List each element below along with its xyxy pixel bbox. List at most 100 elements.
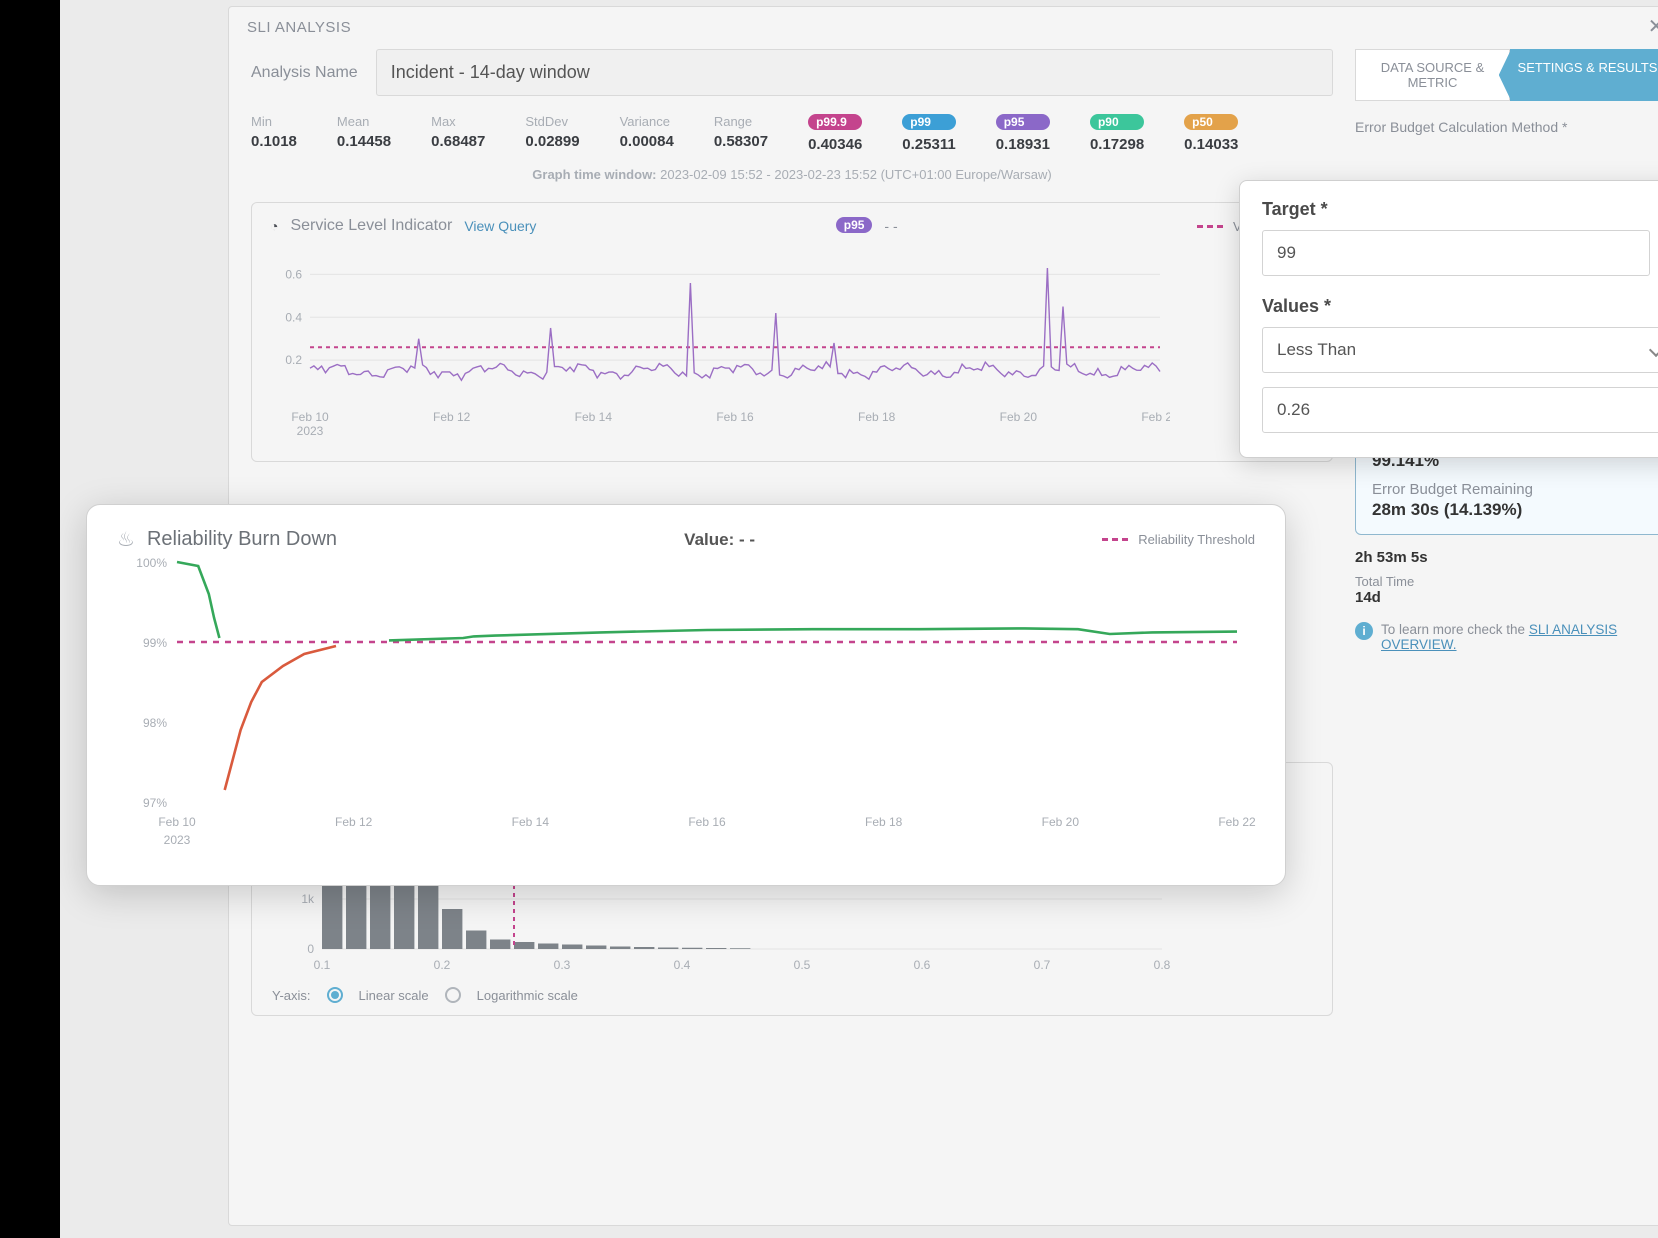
svg-text:97%: 97% (143, 796, 167, 810)
operator-select[interactable]: Less Than (1262, 327, 1658, 373)
budget-method-label: Error Budget Calculation Method * (1355, 119, 1658, 135)
svg-text:0.8: 0.8 (1154, 958, 1171, 972)
analysis-name-label: Analysis Name (251, 64, 358, 82)
sli-chart: 0.2 0.4 0.6 Feb 102023 Feb 12 Feb 14 Feb 16 Feb… (270, 243, 1170, 443)
svg-text:Feb 14: Feb 14 (575, 410, 613, 424)
stat-key: Variance (620, 114, 674, 129)
reliability-title: Reliability Burn Down (147, 528, 337, 551)
svg-text:0.1: 0.1 (314, 958, 331, 972)
stat-item: Max 0.68487 (431, 114, 485, 153)
percentile-item: p99 0.25311 (902, 114, 955, 153)
threshold-input[interactable] (1262, 387, 1658, 433)
close-icon[interactable]: ✕ (1648, 17, 1658, 37)
budget-remaining-value: 28m 30s (14.139%) (1372, 500, 1648, 520)
svg-text:100%: 100% (136, 556, 167, 570)
stat-value: 0.1018 (251, 133, 297, 150)
svg-text:Feb 18: Feb 18 (865, 815, 903, 829)
svg-text:0.6: 0.6 (285, 267, 302, 281)
total-time-label: Total Time (1355, 574, 1658, 589)
dialog-title: SLI ANALYSIS (247, 19, 351, 36)
svg-text:Feb 14: Feb 14 (512, 815, 550, 829)
percentile-item: p99.9 0.40346 (808, 114, 862, 153)
operator-value: Less Than (1277, 340, 1356, 360)
dashboard-icon: ◔ (270, 218, 278, 234)
percentile-value: 0.18931 (996, 136, 1050, 153)
sli-chart-card: ◔ Service Level Indicator View Query p95… (251, 202, 1333, 462)
stat-key: Range (714, 114, 768, 129)
stats-row: Min 0.1018 Mean0.14458 Max 0.68487 StdDev 0.02… (251, 114, 1333, 153)
percentile-value: 0.40346 (808, 136, 862, 153)
tab-data-source[interactable]: DATA SOURCE & METRIC (1355, 49, 1510, 101)
p95-badge-value: - - (884, 218, 897, 234)
svg-text:2023: 2023 (297, 424, 324, 438)
total-time-value: 14d (1355, 589, 1658, 606)
analysis-name-input[interactable] (376, 49, 1333, 96)
svg-text:Feb 18: Feb 18 (858, 410, 896, 424)
percentile-pill: p95 (996, 114, 1050, 130)
learn-more-text: To learn more check the (1381, 622, 1525, 637)
svg-text:Feb 10: Feb 10 (158, 815, 196, 829)
reliability-value-label: Value: - - (684, 530, 755, 550)
bad-time-value: 2h 53m 5s (1355, 549, 1658, 566)
stat-key: StdDev (525, 114, 579, 129)
stat-value: 0.58307 (714, 133, 768, 150)
svg-text:2023: 2023 (164, 833, 191, 847)
threshold-legend-icon (1102, 538, 1128, 541)
svg-text:0.4: 0.4 (674, 958, 691, 972)
svg-text:0: 0 (307, 942, 314, 956)
percentile-value: 0.17298 (1090, 136, 1144, 153)
svg-text:0.6: 0.6 (914, 958, 931, 972)
svg-text:Feb 20: Feb 20 (1042, 815, 1080, 829)
stat-value: 0.02899 (525, 133, 579, 150)
reliability-chart: 97% 98% 99% 100% Feb 10 2023 Feb 12 Feb 14 Feb 1… (117, 552, 1257, 852)
svg-text:Feb 20: Feb 20 (1000, 410, 1038, 424)
svg-text:0.4: 0.4 (285, 310, 302, 324)
stat-key: Min (251, 114, 297, 129)
svg-text:0.3: 0.3 (554, 958, 571, 972)
svg-text:Feb 22: Feb 22 (1218, 815, 1256, 829)
stat-item: Range 0.58307 (714, 114, 768, 153)
threshold-legend-icon (1197, 225, 1223, 228)
log-scale-label: Logarithmic scale (477, 988, 578, 1003)
percentile-item: p95 0.18931 (996, 114, 1050, 153)
stat-key: Max (431, 114, 485, 129)
svg-text:99%: 99% (143, 636, 167, 650)
percentile-pill: p90 (1090, 114, 1144, 130)
target-input[interactable] (1262, 230, 1650, 276)
svg-text:0.5: 0.5 (794, 958, 811, 972)
svg-text:0.2: 0.2 (285, 353, 302, 367)
stat-item: Min 0.1018 (251, 114, 297, 153)
view-query-link[interactable]: View Query (464, 218, 536, 234)
svg-text:Feb 16: Feb 16 (716, 410, 754, 424)
stat-item: Variance0.00084 (620, 114, 674, 153)
svg-text:1k: 1k (301, 892, 315, 906)
percentile-pill: p99.9 (808, 114, 862, 130)
log-scale-radio[interactable] (445, 987, 461, 1003)
percentile-pill: p99 (902, 114, 955, 130)
p95-badge: p95 (836, 217, 873, 233)
time-window-value: 2023-02-09 15:52 - 2023-02-23 15:52 (UTC… (660, 167, 1052, 182)
sli-chart-title: Service Level Indicator (290, 217, 452, 235)
target-label: Target * (1262, 199, 1658, 220)
svg-text:98%: 98% (143, 716, 167, 730)
svg-text:0.7: 0.7 (1034, 958, 1051, 972)
stat-item: Mean0.14458 (337, 114, 391, 153)
tab-settings-results[interactable]: SETTINGS & RESULTS (1510, 49, 1658, 101)
percentile-item: p50 0.14033 (1184, 114, 1238, 153)
svg-text:Feb 12: Feb 12 (433, 410, 471, 424)
svg-text:Feb 12: Feb 12 (335, 815, 373, 829)
chevron-down-icon (1649, 343, 1658, 357)
percentile-value: 0.14033 (1184, 136, 1238, 153)
svg-text:Feb 10: Feb 10 (291, 410, 329, 424)
stat-value: 0.68487 (431, 133, 485, 150)
percentile-pill: p50 (1184, 114, 1238, 130)
svg-text:Feb 16: Feb 16 (688, 815, 726, 829)
time-window-label: Graph time window: (532, 167, 656, 182)
svg-text:Feb 22: Feb 22 (1141, 410, 1170, 424)
percentile-item: p90 0.17298 (1090, 114, 1144, 153)
percentile-value: 0.25311 (902, 136, 955, 153)
linear-scale-radio[interactable] (327, 987, 343, 1003)
info-icon: i (1355, 622, 1373, 640)
settings-tabs: DATA SOURCE & METRIC SETTINGS & RESULTS (1355, 49, 1658, 101)
stat-item: StdDev 0.02899 (525, 114, 579, 153)
